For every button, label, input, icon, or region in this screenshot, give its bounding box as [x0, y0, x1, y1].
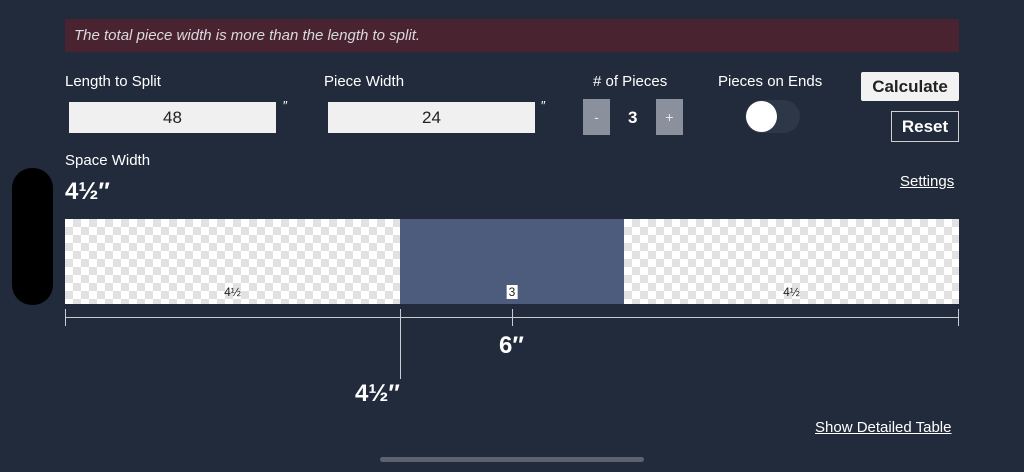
reset-button[interactable]: Reset [891, 111, 959, 142]
piece-unit: ″ [541, 98, 546, 113]
home-indicator[interactable] [380, 457, 644, 462]
space-segment-label: 4½ [783, 285, 800, 299]
increment-button[interactable]: + [656, 99, 683, 135]
show-detailed-table-link[interactable]: Show Detailed Table [815, 419, 951, 436]
piece-segment-label: 3 [506, 285, 518, 299]
calculate-button[interactable]: Calculate [861, 72, 959, 101]
settings-link[interactable]: Settings [900, 173, 954, 190]
split-diagram: 4½ 3 4½ [65, 219, 959, 304]
space-width-label: Space Width [65, 152, 151, 169]
side-handle[interactable] [12, 168, 53, 305]
space-segment-label: 4½ [224, 285, 241, 299]
dimension-tick-right [958, 309, 959, 326]
pieces-count-label: # of Pieces [593, 73, 668, 90]
decrement-button[interactable]: - [583, 99, 610, 135]
dimension-tick-center [512, 309, 513, 326]
length-to-split-label: Length to Split [65, 73, 161, 90]
pieces-on-ends-label: Pieces on Ends [718, 73, 823, 90]
space-segment: 4½ [624, 219, 959, 304]
space-segment: 4½ [65, 219, 400, 304]
error-message: The total piece width is more than the l… [74, 27, 421, 44]
toggle-knob-icon [746, 101, 777, 132]
dimension-tick-offset [400, 309, 401, 379]
piece-width-input[interactable]: 24 [328, 102, 535, 133]
piece-segment: 3 [400, 219, 624, 304]
pieces-count-value: 3 [628, 108, 638, 127]
offset-dimension-label: 4½″ [355, 380, 400, 407]
pieces-on-ends-toggle[interactable] [745, 100, 800, 133]
piece-width-label: Piece Width [324, 73, 405, 90]
dimension-tick-left [65, 309, 66, 326]
error-banner: The total piece width is more than the l… [65, 19, 959, 52]
length-unit: ″ [283, 98, 288, 113]
center-dimension-label: 6″ [499, 332, 524, 359]
space-width-value: 4½″ [65, 178, 110, 205]
length-to-split-input[interactable]: 48 [69, 102, 276, 133]
